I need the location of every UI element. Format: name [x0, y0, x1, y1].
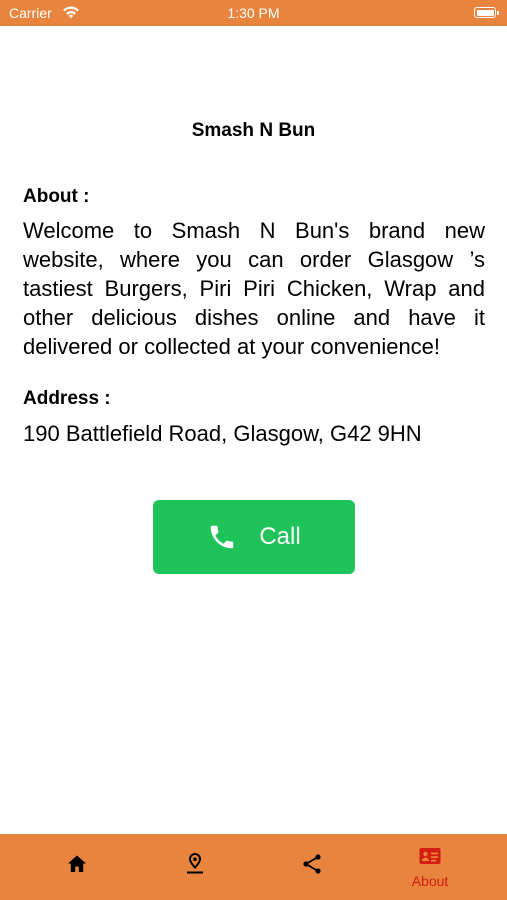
tab-about[interactable]: About	[367, 834, 493, 900]
about-description: Welcome to Smash N Bun's brand new websi…	[23, 218, 485, 359]
status-time: 1:30 PM	[227, 5, 280, 21]
home-icon	[68, 855, 86, 872]
call-button[interactable]: Call	[153, 500, 355, 574]
phone-icon	[211, 525, 234, 549]
address-heading: Address :	[23, 388, 111, 409]
location-pin-icon	[187, 853, 203, 874]
status-bar: Carrier 1:30 PM	[0, 0, 507, 26]
call-button-label: Call	[259, 523, 301, 550]
tab-home[interactable]	[14, 834, 140, 900]
share-icon	[303, 854, 321, 874]
tab-location[interactable]	[132, 834, 258, 900]
about-heading: About :	[23, 186, 90, 207]
tab-share[interactable]	[249, 834, 375, 900]
page-title: Smash N Bun	[191, 120, 316, 141]
tab-about-label: About	[411, 873, 449, 889]
battery-icon	[474, 7, 499, 18]
address-value: 190 Battlefield Road, Glasgow, G42 9HN	[23, 421, 422, 446]
contact-card-icon	[419, 848, 441, 864]
tab-bar: About	[0, 834, 507, 900]
